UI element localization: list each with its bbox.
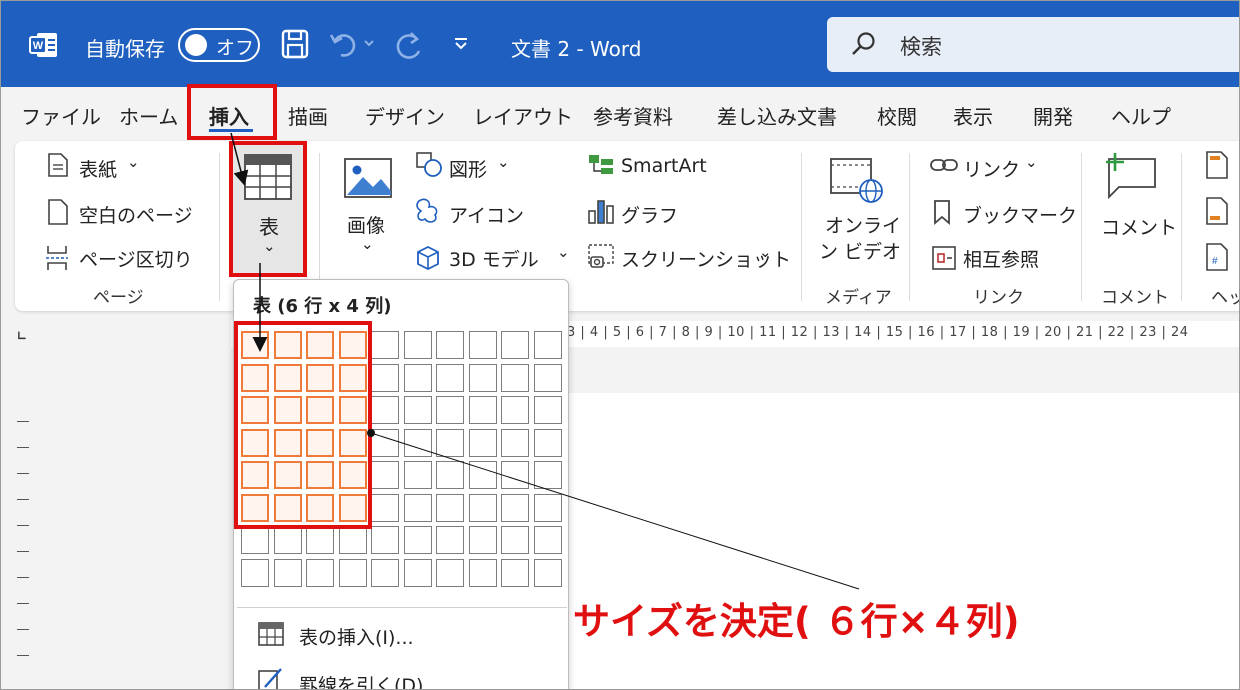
word-window: W 自動保存 オフ 文書 2 - Word 検索 ファイル ホーム 挿入 描画 … (0, 0, 1240, 690)
annotation-label: サイズを決定( ６行×４列) (573, 600, 1020, 643)
annotation-arrows (230, 132, 860, 590)
callout-line (370, 432, 860, 590)
arrow-insert-to-table (230, 132, 249, 186)
